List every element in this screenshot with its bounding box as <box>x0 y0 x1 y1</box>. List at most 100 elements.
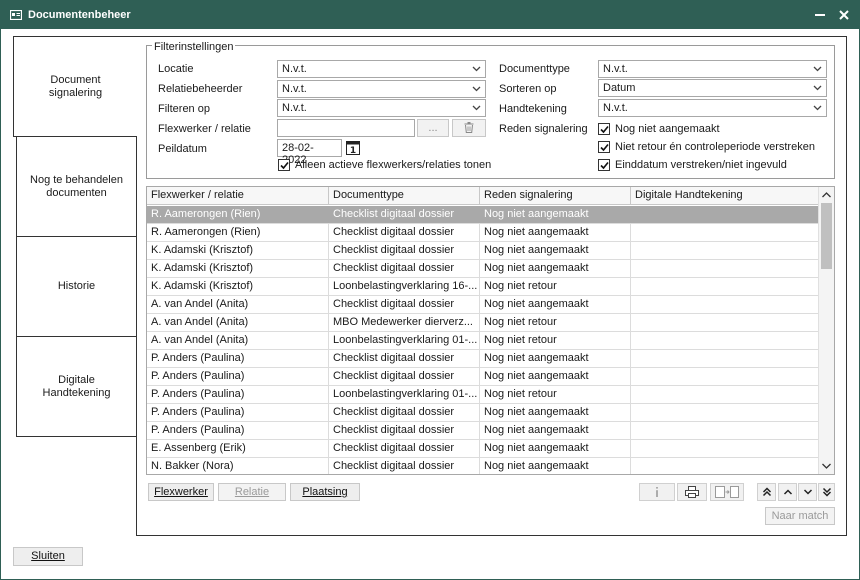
relatiebeheerder-select[interactable]: N.v.t. <box>277 80 486 98</box>
relatiebeheerder-label: Relatiebeheerder <box>158 83 243 95</box>
print-icon <box>685 486 699 498</box>
chevron-down-icon <box>813 85 822 91</box>
naar-match-button[interactable]: Naar match <box>765 507 835 525</box>
cell-documenttype: Loonbelastingverklaring 01-... <box>329 386 480 403</box>
cell-digitale-handtekening <box>631 206 819 223</box>
chevron-down-icon <box>472 105 481 111</box>
tab-digitale-handtekening[interactable]: Digitale Handtekening <box>16 336 137 437</box>
up-icon <box>783 489 792 495</box>
cell-flexwerker: P. Anders (Paulina) <box>147 350 329 367</box>
cell-flexwerker: K. Adamski (Krisztof) <box>147 260 329 277</box>
down-icon <box>803 489 812 495</box>
cell-digitale-handtekening <box>631 260 819 277</box>
browse-button[interactable]: ... <box>417 119 449 137</box>
flexwerker-button[interactable]: Flexwerker <box>148 483 214 501</box>
tab-historie[interactable]: Historie <box>16 236 137 337</box>
results-grid: Flexwerker / relatie Documenttype Reden … <box>146 186 835 475</box>
chevron-down-icon <box>813 105 822 111</box>
reden-einddatum-checkbox[interactable] <box>598 159 610 171</box>
export-icon <box>715 486 739 498</box>
relatie-button[interactable]: Relatie <box>218 483 286 501</box>
chevron-down-icon <box>472 66 481 72</box>
table-row[interactable]: P. Anders (Paulina) Checklist digitaal do… <box>147 404 819 422</box>
cell-flexwerker: P. Anders (Paulina) <box>147 386 329 403</box>
handtekening-select[interactable]: N.v.t. <box>598 99 827 117</box>
tab-document-signalering[interactable]: Document signalering <box>13 36 137 137</box>
table-row[interactable]: A. van Andel (Anita) Checklist digitaal d… <box>147 296 819 314</box>
table-row[interactable]: P. Anders (Paulina) Loonbelastingverklari… <box>147 386 819 404</box>
minimize-icon <box>815 14 825 16</box>
cell-documenttype: Checklist digitaal dossier <box>329 350 480 367</box>
next-record-button[interactable] <box>798 483 817 501</box>
alleen-actieve-checkbox[interactable] <box>278 159 290 171</box>
table-row[interactable]: K. Adamski (Krisztof) Loonbelastingverkla… <box>147 278 819 296</box>
window-title: Documentenbeheer <box>28 9 131 21</box>
minimize-button[interactable] <box>809 4 831 26</box>
cell-digitale-handtekening <box>631 350 819 367</box>
cell-digitale-handtekening <box>631 224 819 241</box>
reden-niet-retour-checkbox[interactable] <box>598 141 610 153</box>
sorteren-op-select[interactable]: Datum <box>598 79 827 97</box>
table-row[interactable]: P. Anders (Paulina) Checklist digitaal do… <box>147 350 819 368</box>
locatie-select[interactable]: N.v.t. <box>277 60 486 78</box>
cell-flexwerker: A. van Andel (Anita) <box>147 332 329 349</box>
window: Documentenbeheer Document signalering No… <box>0 0 860 580</box>
table-row[interactable]: R. Aamerongen (Rien) Checklist digitaal d… <box>147 224 819 242</box>
table-row[interactable]: A. van Andel (Anita) Loonbelastingverklar… <box>147 332 819 350</box>
info-button[interactable] <box>639 483 675 501</box>
cell-reden: Nog niet retour <box>480 314 631 331</box>
cell-flexwerker: P. Anders (Paulina) <box>147 404 329 421</box>
previous-record-button[interactable] <box>778 483 797 501</box>
clear-button[interactable] <box>452 119 486 137</box>
close-button[interactable] <box>833 4 855 26</box>
documenttype-select[interactable]: N.v.t. <box>598 60 827 78</box>
table-row[interactable]: P. Anders (Paulina) Checklist digitaal do… <box>147 422 819 440</box>
scrollbar-thumb[interactable] <box>821 203 832 269</box>
cell-documenttype: Checklist digitaal dossier <box>329 368 480 385</box>
table-row[interactable]: K. Adamski (Krisztof) Checklist digitaal … <box>147 242 819 260</box>
reden-nog-niet-aangemaakt-checkbox[interactable] <box>598 123 610 135</box>
table-row[interactable]: A. van Andel (Anita) MBO Medewerker dierv… <box>147 314 819 332</box>
filteren-op-select[interactable]: N.v.t. <box>277 99 486 117</box>
cell-reden: Nog niet aangemaakt <box>480 458 631 474</box>
peildatum-input[interactable]: 28-02-2022 <box>277 139 342 166</box>
table-row[interactable]: P. Anders (Paulina) Checklist digitaal do… <box>147 368 819 386</box>
checkmark-icon <box>600 125 609 134</box>
export-button[interactable] <box>710 483 744 501</box>
tab-nog-te-behandelen[interactable]: Nog te behandelen documenten <box>16 136 137 237</box>
column-header[interactable]: Reden signalering <box>480 187 631 205</box>
sorteren-op-value: Datum <box>603 82 636 94</box>
last-record-button[interactable] <box>818 483 835 501</box>
flexwerker-relatie-input[interactable] <box>277 119 415 137</box>
plaatsing-button[interactable]: Plaatsing <box>290 483 360 501</box>
scroll-down-icon[interactable] <box>819 458 834 474</box>
table-row[interactable]: R. Aamerongen (Rien) Checklist digitaal d… <box>147 206 819 224</box>
cell-documenttype: Checklist digitaal dossier <box>329 404 480 421</box>
cell-digitale-handtekening <box>631 404 819 421</box>
scroll-up-icon[interactable] <box>819 187 834 203</box>
cell-documenttype: Checklist digitaal dossier <box>329 440 480 457</box>
first-record-button[interactable] <box>757 483 776 501</box>
locatie-value: N.v.t. <box>282 63 307 75</box>
cell-digitale-handtekening <box>631 386 819 403</box>
column-header[interactable]: Digitale Handtekening <box>631 187 819 205</box>
chevron-down-icon <box>813 66 822 72</box>
cell-digitale-handtekening <box>631 440 819 457</box>
cell-documenttype: Checklist digitaal dossier <box>329 224 480 241</box>
column-header[interactable]: Documenttype <box>329 187 480 205</box>
column-header[interactable]: Flexwerker / relatie <box>147 187 329 205</box>
cell-digitale-handtekening <box>631 314 819 331</box>
cell-flexwerker: K. Adamski (Krisztof) <box>147 278 329 295</box>
table-row[interactable]: E. Assenberg (Erik) Checklist digitaal do… <box>147 440 819 458</box>
cell-documenttype: Checklist digitaal dossier <box>329 260 480 277</box>
print-button[interactable] <box>677 483 707 501</box>
filteren-op-value: N.v.t. <box>282 102 307 114</box>
alleen-actieve-label: Alleen actieve flexwerkers/relaties tone… <box>295 159 492 171</box>
checkmark-icon <box>280 161 289 170</box>
table-row[interactable]: N. Bakker (Nora) Checklist digitaal dossi… <box>147 458 819 474</box>
cell-reden: Nog niet aangemaakt <box>480 260 631 277</box>
vertical-scrollbar[interactable] <box>818 187 834 474</box>
table-row[interactable]: K. Adamski (Krisztof) Checklist digitaal … <box>147 260 819 278</box>
sluiten-button[interactable]: Sluiten <box>13 547 83 566</box>
calendar-button[interactable]: 1 <box>346 141 360 156</box>
